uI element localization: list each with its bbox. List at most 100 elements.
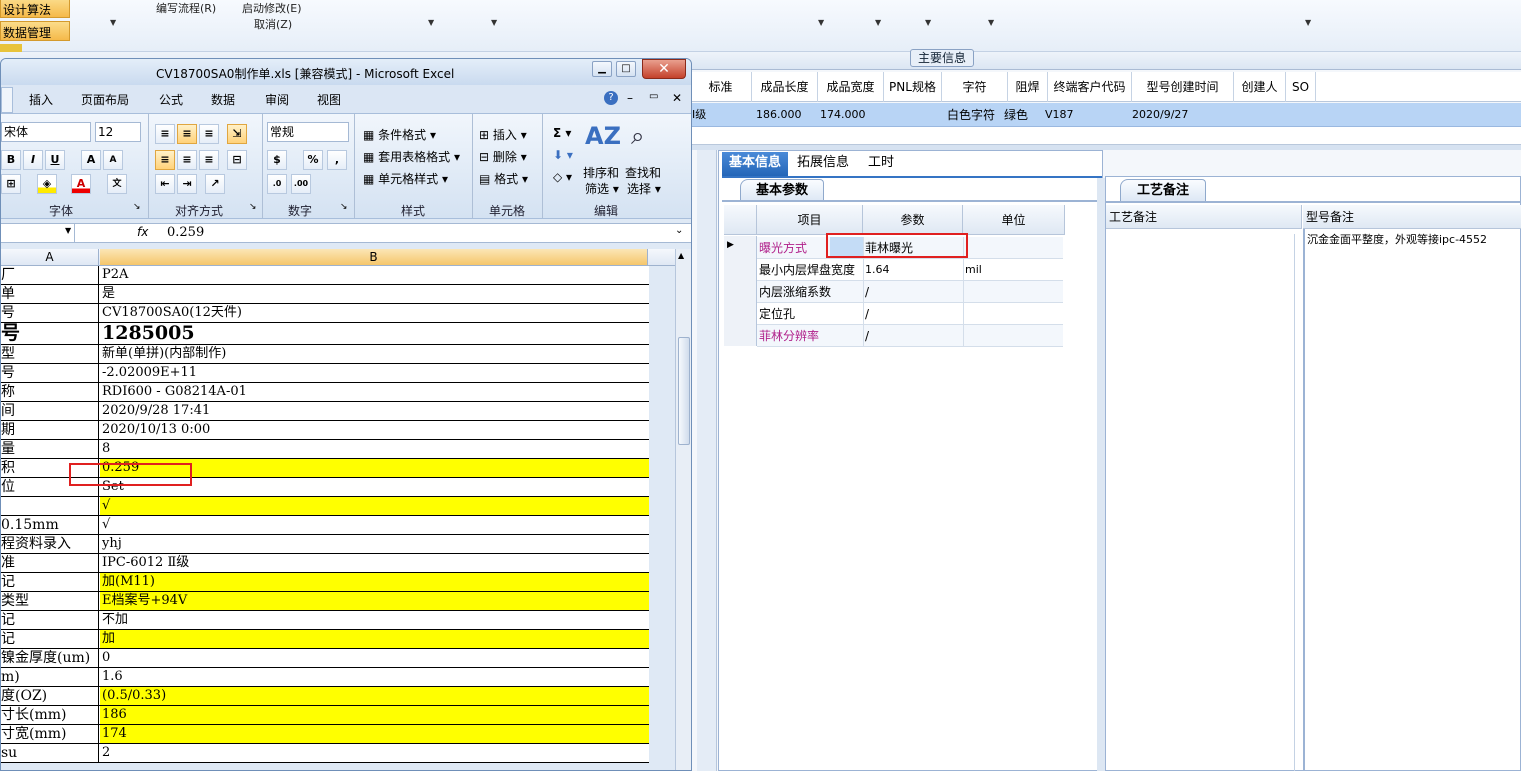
- cell-a[interactable]: m): [1, 668, 99, 686]
- minimize-button[interactable]: ▁: [592, 61, 612, 77]
- align-bottom-icon[interactable]: ≡: [199, 124, 219, 144]
- tab-main-info[interactable]: 主要信息: [910, 49, 974, 67]
- ribbon-restore-icon[interactable]: ▭: [649, 91, 658, 102]
- number-format-combo[interactable]: 常规: [267, 122, 349, 142]
- col-customer-code[interactable]: 终端客户代码: [1048, 72, 1132, 102]
- cell-b[interactable]: 8: [100, 440, 649, 458]
- wrap-text-icon[interactable]: ⇲: [227, 124, 247, 144]
- table-row[interactable]: Ⅰ级 186.000 174.000 白色字符 绿色 V187 2020/9/2…: [690, 103, 1521, 127]
- col-pnl[interactable]: PNL规格: [884, 72, 942, 102]
- align-right-icon[interactable]: ≡: [199, 150, 219, 170]
- vertical-scrollbar[interactable]: ▲: [675, 249, 691, 770]
- cell-b[interactable]: 是: [100, 285, 649, 303]
- increase-decimal-icon[interactable]: .0: [267, 174, 287, 194]
- header-item[interactable]: 项目: [757, 205, 863, 235]
- formula-input[interactable]: 0.259: [167, 225, 204, 240]
- sheet-row[interactable]: 号 -2.02009E+11: [1, 364, 649, 383]
- workbook-close-icon[interactable]: ✕: [672, 91, 682, 105]
- model-note-text[interactable]: 沉金金面平整度，外观等接ipc-4552: [1307, 231, 1487, 247]
- cell-b[interactable]: CV18700SA0(12天件): [100, 304, 649, 322]
- cell-b[interactable]: √: [100, 516, 649, 534]
- menu-edit-flow[interactable]: 编写流程(R): [156, 0, 216, 16]
- param-value[interactable]: /: [865, 325, 869, 347]
- format-cells-button[interactable]: ▤ 格式 ▾: [479, 170, 528, 187]
- cell-a[interactable]: su: [1, 744, 99, 762]
- data-management-button[interactable]: 数据管理: [0, 21, 70, 41]
- cell-a[interactable]: 量: [1, 440, 99, 458]
- font-size-combo[interactable]: 12: [95, 122, 141, 142]
- autosum-icon[interactable]: Σ ▾: [553, 126, 571, 140]
- cell-a[interactable]: 厂: [1, 266, 99, 284]
- close-button[interactable]: ✕: [642, 59, 686, 79]
- col-created-time[interactable]: 型号创建时间: [1132, 72, 1234, 102]
- tab-data[interactable]: 数据: [211, 91, 235, 108]
- header-process-note[interactable]: 工艺备注: [1106, 205, 1302, 229]
- align-center-icon[interactable]: ≡: [177, 150, 197, 170]
- merge-center-icon[interactable]: ⊟: [227, 150, 247, 170]
- align-middle-icon[interactable]: ≡: [177, 124, 197, 144]
- sheet-row[interactable]: 记不加: [1, 611, 649, 630]
- cell-a[interactable]: 记: [1, 630, 99, 648]
- decrease-indent-icon[interactable]: ⇤: [155, 174, 175, 194]
- sort-filter-label[interactable]: 排序和: [583, 164, 619, 181]
- param-unit[interactable]: mil: [965, 259, 982, 281]
- scroll-thumb[interactable]: [678, 337, 690, 445]
- tab-view[interactable]: 视图: [317, 91, 341, 108]
- tab-review[interactable]: 审阅: [265, 91, 289, 108]
- param-value[interactable]: /: [865, 303, 869, 325]
- cell-a[interactable]: 镍金厚度(um): [1, 649, 99, 667]
- sheet-row[interactable]: 间 2020/9/28 17:41: [1, 402, 649, 421]
- cell-b[interactable]: yhj: [100, 535, 649, 553]
- dropdown-arrow-icon[interactable]: ▼: [491, 18, 497, 27]
- col-length[interactable]: 成品长度: [752, 72, 818, 102]
- dialog-launcher-icon[interactable]: ↘: [249, 202, 257, 212]
- font-color-icon[interactable]: A: [71, 174, 91, 194]
- sort-filter-label-2[interactable]: 筛选 ▾: [585, 180, 619, 197]
- dropdown-arrow-icon[interactable]: ▼: [925, 18, 931, 27]
- cell-a[interactable]: 单: [1, 285, 99, 303]
- menu-start-modify[interactable]: 启动修改(E): [242, 0, 302, 16]
- scroll-up-icon[interactable]: ▲: [678, 251, 684, 260]
- clear-icon[interactable]: ◇ ▾: [553, 170, 572, 184]
- align-top-icon[interactable]: ≡: [155, 124, 175, 144]
- dropdown-arrow-icon[interactable]: ▼: [818, 18, 824, 27]
- col-solder-mask[interactable]: 阻焊: [1008, 72, 1048, 102]
- title-bar[interactable]: CV18700SA0制作单.xls [兼容模式] - Microsoft Exc…: [1, 59, 691, 85]
- cell-b[interactable]: 新单(单拼)(内部制作): [100, 345, 649, 363]
- fill-icon[interactable]: ⬇ ▾: [553, 148, 573, 162]
- cell-b[interactable]: 2: [100, 744, 649, 762]
- sheet-row[interactable]: 寸宽(mm) 174: [1, 725, 649, 744]
- tab-extended-info[interactable]: 拓展信息: [792, 152, 854, 176]
- cell-b[interactable]: -2.02009E+11: [100, 364, 649, 382]
- col-creator[interactable]: 创建人: [1234, 72, 1286, 102]
- sheet-row[interactable]: 号 CV18700SA0(12天件): [1, 304, 649, 323]
- font-name-combo[interactable]: 宋体: [1, 122, 91, 142]
- cell-a[interactable]: 0.15mm: [1, 516, 99, 534]
- tab-page-layout[interactable]: 页面布局: [81, 91, 129, 108]
- cell-b[interactable]: (0.5/0.33): [100, 687, 649, 705]
- param-value[interactable]: 1.64: [865, 259, 890, 281]
- sheet-row[interactable]: 记加(M11): [1, 573, 649, 592]
- cell-b[interactable]: 186: [100, 706, 649, 724]
- cell-a[interactable]: 期: [1, 421, 99, 439]
- sheet-row[interactable]: su 2: [1, 744, 649, 763]
- dropdown-arrow-icon[interactable]: ▼: [1305, 18, 1311, 27]
- dropdown-arrow-icon[interactable]: ▼: [988, 18, 994, 27]
- tab-work-hours[interactable]: 工时: [862, 152, 900, 176]
- splitter[interactable]: [1097, 178, 1105, 771]
- increase-indent-icon[interactable]: ⇥: [177, 174, 197, 194]
- insert-cells-button[interactable]: ⊞ 插入 ▾: [479, 126, 527, 143]
- italic-icon[interactable]: I: [23, 150, 43, 170]
- delete-cells-button[interactable]: ⊟ 删除 ▾: [479, 148, 527, 165]
- dropdown-arrow-icon[interactable]: ▼: [428, 18, 434, 27]
- cell-b[interactable]: P2A: [100, 266, 649, 284]
- sheet-row[interactable]: 号 1285005: [1, 323, 649, 345]
- cell-b[interactable]: 不加: [100, 611, 649, 629]
- cell-a[interactable]: 程资料录入: [1, 535, 99, 553]
- menu-cancel[interactable]: 取消(Z): [254, 16, 292, 32]
- cell-b[interactable]: 1285005: [100, 323, 649, 344]
- sheet-row[interactable]: 单是: [1, 285, 649, 304]
- cell-a[interactable]: 寸长(mm): [1, 706, 99, 724]
- cell-b[interactable]: 174: [100, 725, 649, 743]
- tab-formulas[interactable]: 公式: [159, 91, 183, 108]
